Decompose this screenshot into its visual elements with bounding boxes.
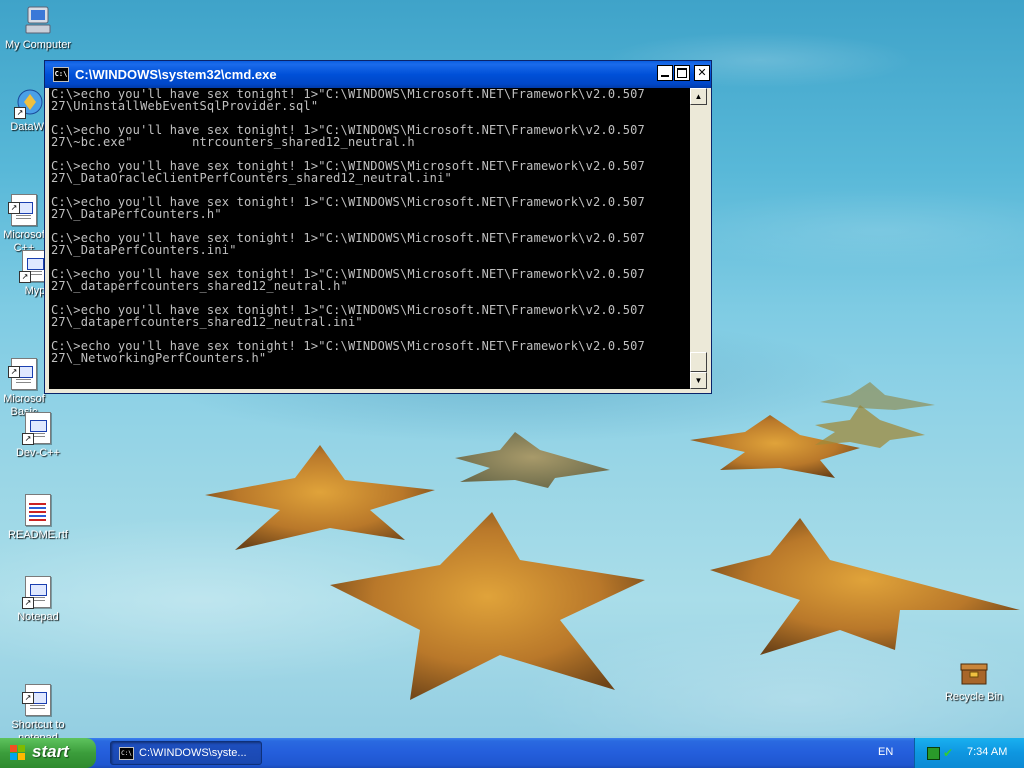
minimize-icon [661, 75, 669, 77]
shortcut-arrow-icon: ↗ [8, 202, 20, 214]
shortcut-notepad-icon: ↗ [22, 671, 54, 716]
desktop-icon-label: README.rtf [8, 529, 68, 541]
start-label: start [32, 742, 69, 761]
notepad-icon: ↗ [22, 576, 54, 609]
desktop-icon-label: My Computer [4, 39, 72, 51]
console-line: 27\_DataOracleClientPerfCounters_shared1… [51, 171, 452, 185]
console-output[interactable]: C:\>echo you'll have sex tonight! 1>"C:\… [49, 88, 690, 389]
console-line: 27\_dataperfcounters_shared12_neutral.h" [51, 279, 348, 293]
taskbar: start C:\ C:\WINDOWS\syste... EN ✔ 7:34 … [0, 738, 1024, 768]
console-icon: C:\ [53, 67, 69, 82]
desktop-icon-label: Dev-C++ [15, 447, 61, 459]
language-indicator[interactable]: EN [878, 746, 893, 758]
maximize-button[interactable] [674, 65, 690, 81]
arrow-up-icon: ▲ [694, 92, 703, 101]
scroll-up-button[interactable]: ▲ [690, 88, 707, 105]
shortcut-arrow-icon: ↗ [22, 433, 34, 445]
shortcut-arrow-icon: ↗ [19, 271, 31, 283]
windows-flag-icon [10, 745, 26, 761]
vertical-scrollbar[interactable]: ▲ ▼ [690, 88, 707, 389]
safely-remove-icon[interactable]: ✔ [943, 746, 957, 760]
network-icon[interactable] [927, 747, 940, 760]
arrow-down-icon: ▼ [694, 376, 703, 385]
visual-basic-icon: ↗ [8, 345, 40, 390]
shortcut-arrow-icon: ↗ [14, 107, 26, 119]
visual-cpp-icon: ↗ [8, 181, 40, 226]
close-button[interactable]: ✕ [694, 65, 710, 81]
minimize-button[interactable] [657, 65, 673, 81]
recycle-bin-icon [958, 656, 990, 688]
start-button[interactable]: start [0, 738, 96, 768]
readme-icon [22, 494, 54, 526]
shortcut-arrow-icon: ↗ [22, 692, 34, 704]
desktop-icon-readme[interactable]: README.rtf [0, 494, 76, 542]
close-icon: ✕ [697, 67, 707, 79]
system-tray: ✔ 7:34 AM [914, 738, 1024, 768]
console-line: 27\_DataPerfCounters.h" [51, 207, 222, 221]
console-line: 27\_dataperfcounters_shared12_neutral.in… [51, 315, 363, 329]
console-line: 27\UninstallWebEventSqlProvider.sql" [51, 99, 319, 113]
console-line: 27\_DataPerfCounters.ini" [51, 243, 237, 257]
my-computer-icon [22, 4, 54, 36]
console-line: 27\_NetworkingPerfCounters.h" [51, 351, 267, 365]
desktop-icon-shortcut-notepad[interactable]: ↗ Shortcut to notepad [0, 658, 76, 745]
console-icon: C:\ [119, 747, 134, 760]
console-line: 27\~bc.exe" ntrcounters_shared12_neutral… [51, 135, 415, 149]
desktop-icon-devcpp[interactable]: ↗ Dev-C++ [0, 412, 76, 460]
scroll-down-button[interactable]: ▼ [690, 372, 707, 389]
desktop-icon-label: Myp [24, 285, 46, 297]
taskbar-item-label: C:\WINDOWS\syste... [139, 747, 247, 759]
datawatch-icon: ↗ [14, 86, 46, 119]
shortcut-arrow-icon: ↗ [22, 597, 34, 609]
maximize-icon [677, 68, 687, 78]
desktop-icon-label: Recycle Bin [944, 691, 1004, 703]
desktop-icon-label: Notepad [17, 611, 59, 623]
window-titlebar[interactable]: C:\ C:\WINDOWS\system32\cmd.exe ✕ [45, 61, 711, 88]
devcpp-icon: ↗ [22, 412, 54, 445]
clock[interactable]: 7:34 AM [967, 746, 1007, 758]
window-title: C:\WINDOWS\system32\cmd.exe [75, 67, 277, 82]
taskbar-item-cmd[interactable]: C:\ C:\WINDOWS\syste... [110, 741, 262, 765]
desktop-icon-recycle-bin[interactable]: Recycle Bin [936, 656, 1012, 704]
desktop-icon-my-computer[interactable]: My Computer [0, 4, 76, 52]
scrollbar-thumb[interactable] [690, 352, 707, 372]
cmd-window[interactable]: C:\ C:\WINDOWS\system32\cmd.exe ✕ C:\>ec… [44, 60, 712, 394]
shortcut-arrow-icon: ↗ [8, 366, 20, 378]
desktop-icon-notepad[interactable]: ↗ Notepad [0, 576, 76, 624]
